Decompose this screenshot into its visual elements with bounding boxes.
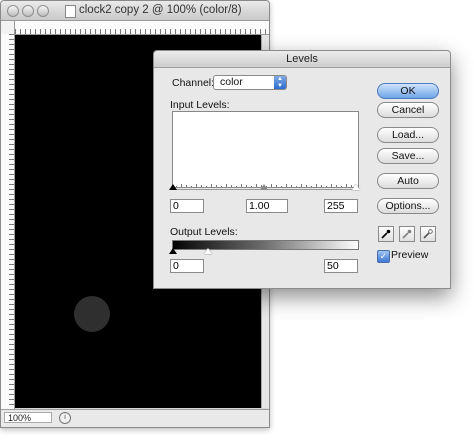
gray-eyedropper-button[interactable]: [399, 226, 415, 242]
ok-button[interactable]: OK: [377, 83, 439, 99]
document-titlebar[interactable]: clock2 copy 2 @ 100% (color/8): [1, 1, 269, 21]
channel-label: Channel:: [172, 77, 215, 89]
histogram-bar: [211, 184, 212, 187]
histogram-bar: [301, 184, 302, 187]
zoom-window-button[interactable]: [37, 5, 49, 17]
histogram-bar: [251, 186, 252, 187]
levels-dialog: Levels Channel: color ▲ ▼ Input Levels: 0…: [153, 50, 451, 289]
gray-eyedropper-icon: [402, 229, 412, 239]
load-button[interactable]: Load...: [377, 127, 439, 143]
histogram-bar: [346, 184, 347, 187]
histogram-bar: [236, 186, 237, 187]
preview-label: Preview: [391, 249, 429, 261]
histogram-bar: [196, 184, 197, 187]
output-white-slider[interactable]: [204, 248, 212, 254]
histogram: [172, 111, 359, 188]
select-arrows-icon: ▲ ▼: [274, 76, 286, 89]
output-gradient-ramp: [172, 240, 359, 250]
histogram-bar: [316, 184, 317, 187]
white-eyedropper-button[interactable]: [420, 226, 436, 242]
histogram-bar: [221, 186, 222, 187]
histogram-bar: [276, 185, 277, 187]
input-white-slider[interactable]: [352, 184, 360, 190]
document-icon: [65, 5, 76, 18]
preview-checkbox[interactable]: ✓: [377, 250, 390, 263]
auto-button[interactable]: Auto: [377, 173, 439, 189]
status-info-icon[interactable]: i: [59, 412, 71, 424]
black-eyedropper-icon: [381, 229, 391, 239]
white-eyedropper-icon: [423, 229, 433, 239]
zoom-field[interactable]: 100%: [4, 412, 52, 423]
input-black-slider[interactable]: [169, 184, 177, 190]
dialog-title: Levels: [286, 53, 318, 65]
channel-select-value: color: [220, 76, 243, 88]
histogram-bar: [296, 186, 297, 187]
histogram-bar: [291, 185, 292, 187]
clock-circle: [74, 296, 110, 332]
minimize-window-button[interactable]: [22, 5, 34, 17]
close-window-button[interactable]: [7, 5, 19, 17]
histogram-bar: [306, 185, 307, 187]
histogram-bar: [181, 184, 182, 187]
vertical-ruler[interactable]: [1, 34, 15, 409]
histogram-bar: [321, 185, 322, 187]
histogram-bar: [206, 186, 207, 187]
histogram-bar: [336, 185, 337, 187]
dialog-titlebar[interactable]: Levels: [154, 51, 450, 68]
histogram-bar: [256, 184, 257, 187]
input-gamma-field[interactable]: 1.00: [246, 199, 288, 213]
input-gamma-slider[interactable]: [260, 184, 268, 190]
options-button[interactable]: Options...: [377, 198, 439, 214]
save-button[interactable]: Save...: [377, 148, 439, 164]
histogram-bar: [191, 186, 192, 187]
histogram-bar: [186, 185, 187, 187]
histogram-bar: [311, 186, 312, 187]
histogram-bar: [281, 186, 282, 187]
histogram-bar: [241, 184, 242, 187]
black-eyedropper-button[interactable]: [378, 226, 394, 242]
horizontal-ruler[interactable]: [15, 21, 269, 35]
output-black-slider[interactable]: [169, 248, 177, 254]
input-black-field[interactable]: 0: [170, 199, 204, 213]
histogram-bar: [286, 184, 287, 187]
output-levels-label: Output Levels:: [170, 226, 238, 238]
histogram-bar: [246, 185, 247, 187]
cancel-button[interactable]: Cancel: [377, 102, 439, 118]
input-levels-label: Input Levels:: [170, 99, 230, 111]
histogram-bar: [271, 184, 272, 187]
histogram-bar: [226, 184, 227, 187]
output-black-field[interactable]: 0: [170, 259, 204, 273]
channel-select[interactable]: color ▲ ▼: [213, 75, 287, 90]
document-title: clock2 copy 2 @ 100% (color/8): [79, 4, 242, 16]
histogram-bar: [216, 185, 217, 187]
input-white-field[interactable]: 255: [324, 199, 358, 213]
ruler-origin[interactable]: [1, 21, 15, 35]
histogram-bar: [326, 186, 327, 187]
histogram-bar: [341, 186, 342, 187]
status-bar: 100% i: [1, 409, 269, 427]
histogram-bar: [331, 184, 332, 187]
histogram-bar: [231, 185, 232, 187]
output-white-field[interactable]: 50: [324, 259, 358, 273]
histogram-bar: [201, 185, 202, 187]
